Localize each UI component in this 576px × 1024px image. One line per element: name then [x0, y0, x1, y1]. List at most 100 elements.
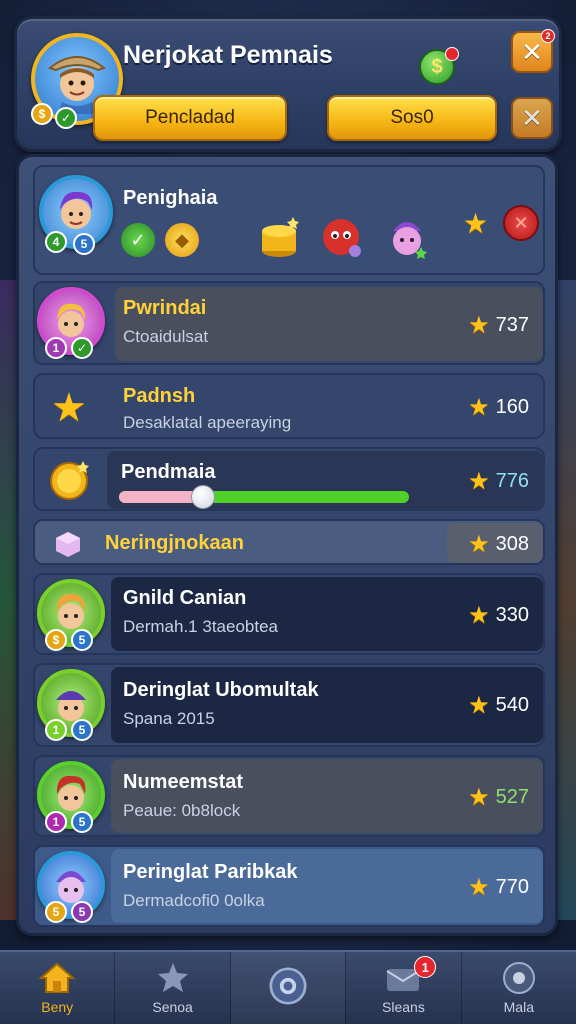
star-icon: ★ — [468, 468, 490, 495]
score: ★ 330 — [468, 601, 529, 630]
notification-dot — [445, 47, 459, 61]
list-item-subtitle: Dermah.1 3taeobtea — [123, 617, 278, 636]
messages-badge: 1 — [414, 956, 437, 978]
list-item-subtitle: Spana 2015 — [123, 709, 215, 728]
gold-coins-icon — [262, 217, 299, 257]
close-notification-badge: 2 — [541, 29, 555, 43]
star-badge-icon — [154, 961, 192, 995]
rank-badge: 5 — [71, 629, 93, 651]
star-icon: ★ — [468, 394, 490, 421]
player-card: 4 5 Penighaia ✓ ◆ ★ ✕ — [33, 165, 545, 275]
nav-label: Mala — [503, 999, 534, 1015]
list-item-avatar: 1 5 — [37, 669, 105, 741]
star-icon: ★ — [468, 312, 490, 339]
currency-badge: $ — [31, 103, 53, 125]
cube-icon — [56, 532, 80, 557]
nav-item-messages[interactable]: 1 Sleans — [346, 952, 460, 1024]
rank-badge: 5 — [73, 233, 95, 255]
rank-badge: 5 — [71, 811, 93, 833]
bottom-navigation: Beny Senoa 1 Sleans Mala — [0, 950, 576, 1024]
nav-item-more[interactable]: Mala — [462, 952, 576, 1024]
remove-button[interactable]: ✕ — [503, 205, 539, 241]
list-item[interactable]: ★ Padnsh Desaklatal apeeraying ★ 160 — [33, 373, 545, 439]
section-title: Neringjnokaan — [105, 532, 244, 554]
nav-label: Beny — [41, 999, 74, 1015]
wizard-creature-icon — [393, 222, 427, 259]
coin-button[interactable]: $ — [419, 47, 459, 85]
close-icon: ✕ — [521, 102, 543, 133]
star-icon: ★ — [468, 531, 490, 558]
background-decoration-right — [558, 280, 576, 920]
profile-header: $ ✓ Nerjokat Pemnais $ ✕ 2 Pencladad Sos… — [14, 16, 562, 152]
score: ★ 770 — [468, 873, 529, 902]
score: ★ 160 — [468, 393, 529, 422]
page-title: Nerjokat Pemnais — [123, 41, 333, 69]
currency-badge: $ — [45, 629, 67, 651]
rank-badge: 5 — [71, 719, 93, 741]
list-item[interactable]: 1 5 Deringlat Ubomultak Spana 2015 ★ 540 — [33, 663, 545, 747]
list-item-avatar: 1 5 — [37, 761, 105, 833]
list-item[interactable]: 1 ✓ Pwrindai Ctoaidulsat ★ 737 — [33, 281, 545, 365]
nav-label: Sleans — [382, 999, 425, 1015]
score-value: 540 — [495, 694, 529, 716]
gem-chip[interactable]: ◆ — [165, 223, 199, 257]
list-item-avatar: 5 5 — [37, 851, 105, 923]
nav-item-center[interactable] — [230, 952, 346, 1024]
score-value: 770 — [495, 876, 529, 898]
level-badge: 1 — [45, 811, 67, 833]
score-value: 776 — [495, 470, 529, 492]
list-item-subtitle: Ctoaidulsat — [123, 327, 209, 346]
nav-item-home[interactable]: Beny — [0, 952, 114, 1024]
score: ★ 776 — [468, 467, 529, 496]
list-item-subtitle: Dermadcofi0 0olka — [123, 891, 265, 910]
home-icon — [38, 961, 76, 995]
score-value: 308 — [495, 533, 529, 555]
section-row[interactable]: Neringjnokaan ★ 308 — [33, 519, 545, 565]
list-item[interactable]: 1 5 Numeemstat Peaue: 0b8lock ★ 527 — [33, 755, 545, 837]
list-item-title: Peringlat Paribkak — [123, 861, 298, 883]
list-item-subtitle: Peaue: 0b8lock — [123, 801, 241, 820]
list-item[interactable]: $ 5 Gnild Canian Dermah.1 3taeobtea ★ 33… — [33, 573, 545, 655]
level-badge: 1 — [45, 719, 67, 741]
list-item-avatar: 1 ✓ — [37, 287, 105, 359]
nav-label: Senoa — [152, 999, 193, 1015]
check-badge: ✓ — [71, 337, 93, 359]
list-item-title: Pwrindai — [123, 297, 207, 319]
star-icon: ★ — [463, 208, 489, 239]
secondary-action-button[interactable]: Sos0 — [327, 95, 497, 141]
score-value: 160 — [495, 396, 529, 418]
list-item[interactable]: 5 5 Peringlat Paribkak Dermadcofi0 0olka… — [33, 845, 545, 927]
close-icon: ✕ — [521, 36, 543, 67]
progress-row[interactable]: Pendmaia ★ 776 — [33, 447, 545, 511]
player-card-avatar[interactable]: 4 5 — [39, 175, 113, 255]
list-item-subtitle: Desaklatal apeeraying — [123, 413, 292, 432]
dollar-icon: $ — [431, 55, 443, 78]
list-item-title: Pendmaia — [121, 461, 216, 483]
score: ★ 737 — [468, 311, 529, 340]
list-item-avatar: $ 5 — [37, 579, 105, 651]
nav-item-search[interactable]: Senoa — [115, 952, 229, 1024]
at-sign-icon — [269, 964, 307, 1008]
close-button[interactable]: ✕ 2 — [511, 29, 555, 73]
red-creature-icon — [323, 219, 361, 257]
leaderboard-panel: 4 5 Penighaia ✓ ◆ ★ ✕ 1 ✓ Pwrindai Ctoai… — [16, 154, 558, 936]
score-value: 737 — [495, 314, 529, 336]
star-icon: ★ — [468, 692, 490, 719]
score: ★ 540 — [468, 691, 529, 720]
player-name: Penighaia — [123, 187, 218, 209]
list-item-title: Numeemstat — [123, 771, 244, 793]
score: ★ 308 — [468, 530, 529, 559]
score: ★ 527 — [468, 783, 529, 812]
progress-knob[interactable] — [191, 485, 216, 509]
primary-action-button[interactable]: Pencladad — [93, 95, 287, 141]
check-badge: ✓ — [55, 107, 77, 129]
check-chip[interactable]: ✓ — [121, 223, 155, 257]
progress-bar[interactable] — [119, 485, 409, 509]
level-badge: 1 — [45, 337, 67, 359]
list-item-title: Deringlat Ubomultak — [123, 679, 319, 701]
level-badge: 4 — [45, 231, 67, 253]
gold-coin-icon — [50, 461, 89, 500]
dismiss-button[interactable]: ✕ — [511, 97, 553, 139]
list-item-title: Gnild Canian — [123, 587, 247, 609]
currency-badge: 5 — [45, 901, 67, 923]
